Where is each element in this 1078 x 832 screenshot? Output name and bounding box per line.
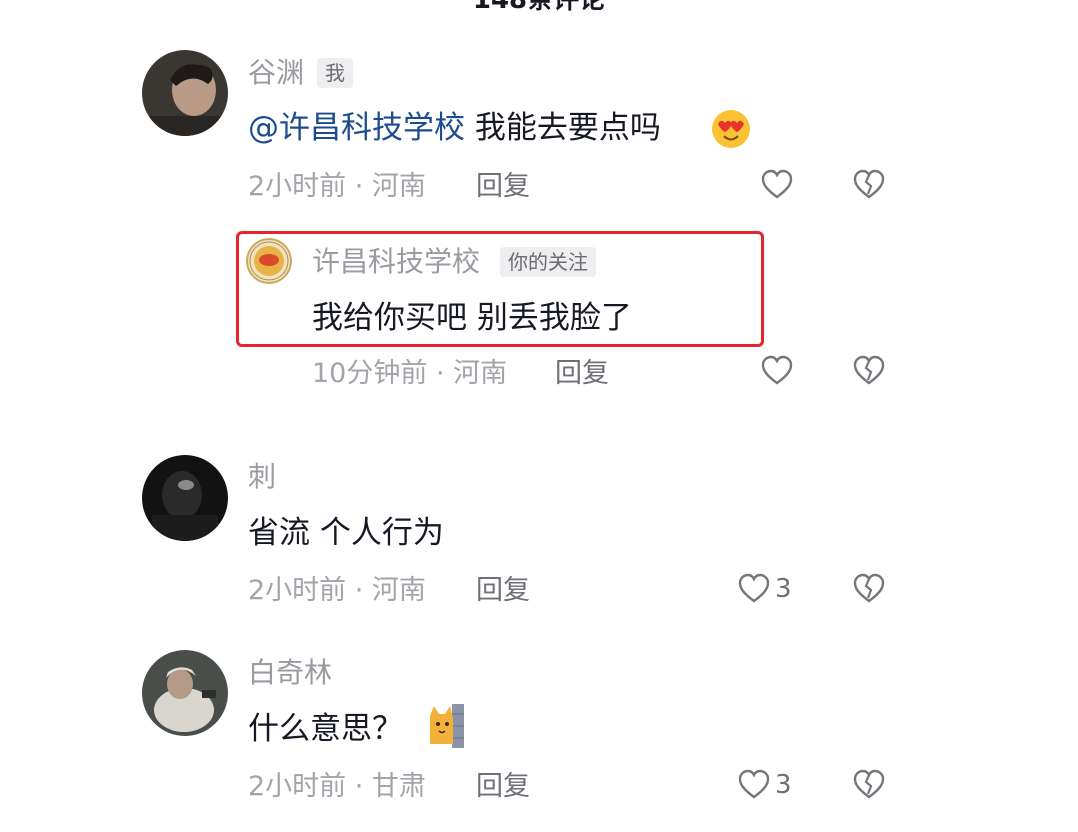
comment-text: 什么意思？ — [248, 711, 403, 747]
reply-username[interactable]: 许昌科技学校 — [312, 245, 480, 279]
like-button[interactable]: 3 — [737, 572, 792, 606]
dislike-broken-heart-icon[interactable] — [852, 168, 886, 202]
comment-username[interactable]: 谷渊 — [248, 56, 304, 90]
comment-text: 省流 个人行为 — [248, 515, 444, 551]
reply-button[interactable]: 回复 — [555, 357, 609, 391]
heart-eyes-emoji-icon — [708, 108, 754, 150]
comment-meta: 2小时前 · 河南 — [248, 171, 426, 202]
reply-button[interactable]: 回复 — [476, 574, 530, 608]
comment-text: @许昌科技学校 我能去要点吗 — [248, 110, 661, 146]
comments-count-title: 148条评论 — [472, 0, 606, 15]
like-heart-icon[interactable] — [760, 168, 794, 202]
peeking-cat-emoji-icon — [426, 704, 466, 748]
author-tag: 我 — [317, 58, 353, 88]
comment-meta: 2小时前 · 甘肃 — [248, 771, 426, 802]
mention-link[interactable]: @许昌科技学校 — [248, 110, 465, 146]
dislike-broken-heart-icon[interactable] — [852, 768, 886, 802]
like-count: 3 — [775, 770, 792, 800]
avatar[interactable] — [142, 455, 228, 541]
like-heart-icon[interactable] — [760, 354, 794, 388]
like-heart-icon — [737, 572, 771, 606]
reply-button[interactable]: 回复 — [476, 770, 530, 804]
comment-username[interactable]: 刺 — [248, 460, 276, 494]
comment-username[interactable]: 白奇林 — [248, 656, 332, 690]
like-heart-icon — [737, 768, 771, 802]
like-count: 3 — [775, 574, 792, 604]
dislike-broken-heart-icon[interactable] — [852, 572, 886, 606]
reply-button[interactable]: 回复 — [476, 170, 530, 204]
avatar[interactable] — [142, 650, 228, 736]
comment-meta: 2小时前 · 河南 — [248, 575, 426, 606]
reply-text: 我给你买吧 别丢我脸了 — [312, 300, 632, 336]
reply-avatar[interactable] — [246, 238, 292, 284]
avatar[interactable] — [142, 50, 228, 136]
reply-meta: 10分钟前 · 河南 — [312, 358, 508, 389]
dislike-broken-heart-icon[interactable] — [852, 354, 886, 388]
like-button[interactable]: 3 — [737, 768, 792, 802]
following-tag: 你的关注 — [500, 247, 596, 277]
